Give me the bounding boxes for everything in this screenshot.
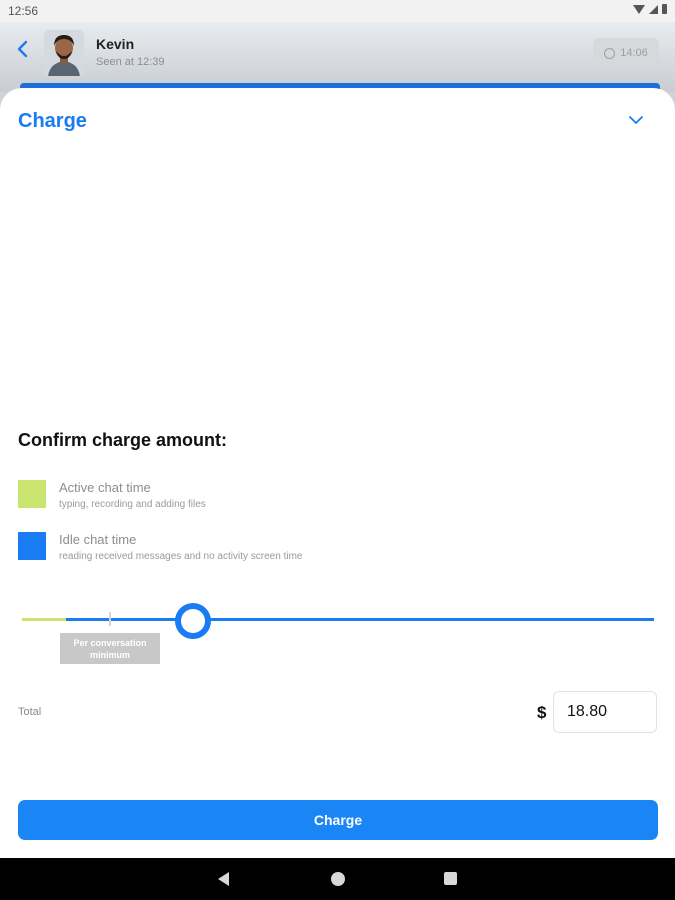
contact-name: Kevin [96, 36, 135, 52]
contact-status: Seen at 12:39 [96, 56, 165, 68]
timer-value: 14:06 [620, 47, 648, 59]
amount-input[interactable] [553, 691, 657, 733]
charge-button[interactable]: Charge [18, 800, 658, 840]
back-icon[interactable] [218, 872, 229, 886]
battery-icon [662, 4, 667, 14]
active-swatch [18, 480, 46, 508]
confirm-heading: Confirm charge amount: [18, 430, 228, 450]
status-time: 12:56 [8, 4, 39, 18]
avatar[interactable] [44, 30, 84, 76]
idle-swatch [18, 532, 46, 560]
legend-description: reading received messages and no activit… [59, 551, 303, 562]
active-track [22, 618, 67, 621]
chat-header: Kevin Seen at 12:39 14:06 [0, 22, 675, 92]
charge-slider[interactable]: Per conversation minimum [20, 598, 656, 664]
avatar-image [44, 30, 84, 76]
minimum-tooltip: Per conversation minimum [60, 633, 160, 664]
status-icons [633, 4, 667, 14]
recents-icon[interactable] [444, 872, 457, 885]
back-arrow-icon[interactable] [12, 38, 34, 60]
wifi-icon [633, 4, 645, 14]
total-label: Total [18, 706, 42, 718]
legend-title: Idle chat time [59, 532, 137, 547]
legend-title: Active chat time [59, 480, 151, 495]
clock-icon [604, 47, 616, 59]
minimum-marker [109, 612, 112, 626]
chevron-down-icon[interactable] [627, 114, 645, 126]
navigation-bar [0, 858, 675, 900]
currency-symbol: $ [537, 703, 547, 722]
legend-item-active: Active chat time typing, recording and a… [18, 480, 618, 520]
status-bar: 12:56 [0, 0, 675, 22]
idle-track [66, 618, 654, 621]
slider-thumb[interactable] [174, 603, 211, 639]
signal-icon [649, 4, 658, 14]
timer-chip: 14:06 [593, 38, 659, 68]
sheet-title: Charge [18, 110, 87, 132]
legend-item-idle: Idle chat time reading received messages… [18, 532, 618, 572]
legend-description: typing, recording and adding files [59, 499, 206, 510]
home-icon[interactable] [331, 872, 345, 886]
charge-sheet: Charge Confirm charge amount: Active cha… [0, 88, 675, 858]
